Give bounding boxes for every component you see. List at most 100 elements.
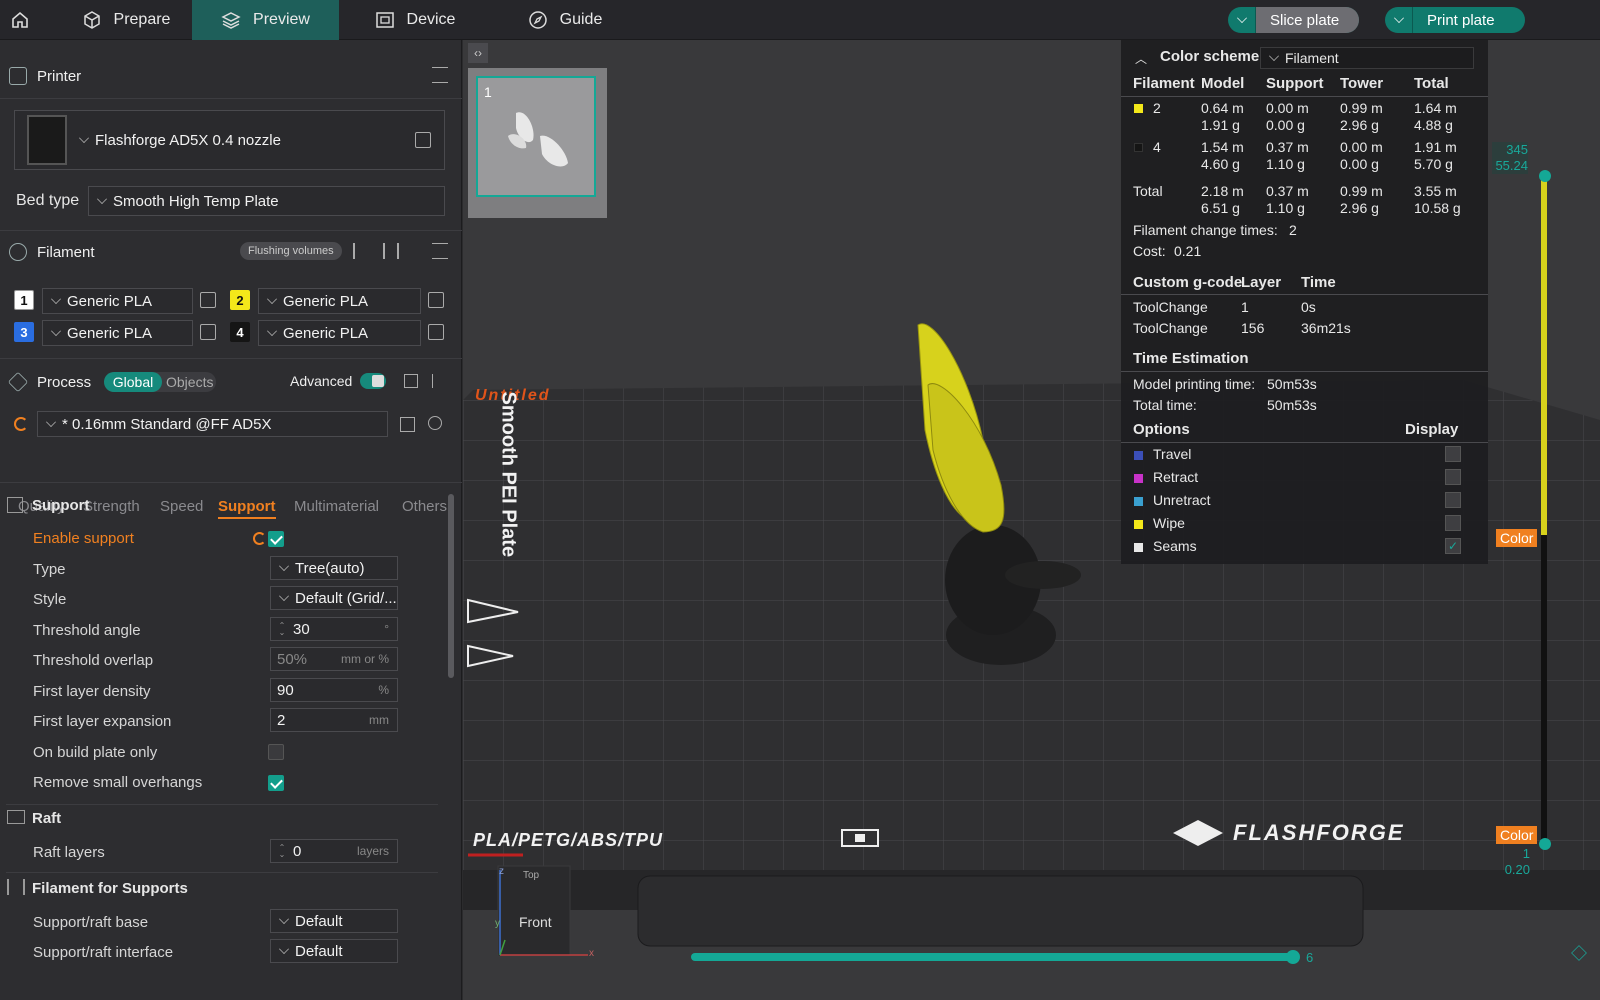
edit-filament-icon[interactable] (200, 324, 216, 340)
filament-select-4[interactable]: Generic PLA (258, 320, 421, 346)
type-label: Type (33, 561, 66, 578)
process-preset-select[interactable]: * 0.16mm Standard @FF AD5X (37, 411, 388, 437)
bottom-layer-handle[interactable] (1539, 838, 1551, 850)
chevron-down-icon (79, 133, 89, 143)
printer-section-header: Printer (0, 64, 462, 88)
slice-plate-button[interactable]: Slice plate (1228, 7, 1360, 33)
threshold-overlap-label: Threshold overlap (33, 652, 154, 669)
threshold-angle-input[interactable]: ⌃ ⌄ 30 ° (270, 617, 398, 641)
gcode-row-layer: 1 (1241, 299, 1249, 315)
color-change-tag[interactable]: Color (1496, 529, 1538, 547)
top-layer-handle[interactable] (1539, 170, 1551, 182)
support-group-title: Support (32, 497, 90, 514)
collapse-sidebar-icon[interactable]: ‹› (468, 43, 488, 63)
tab-others[interactable]: Others (402, 498, 447, 515)
threshold-overlap-input[interactable]: 50% mm or % (270, 647, 398, 671)
raft-interface-select[interactable]: Default (270, 939, 398, 963)
edit-filament-icon[interactable] (428, 324, 444, 340)
settings-sidebar: Printer Flashforge AD5X 0.4 nozzle Bed t… (0, 40, 462, 1000)
tab-preview[interactable]: Preview (192, 0, 339, 40)
printer-thumbnail (27, 115, 67, 165)
tab-label: Guide (559, 11, 603, 28)
top-toolbar: Prepare Preview Device Guide Slice plate… (0, 0, 1600, 40)
plate-side-text: Smooth PEI Plate (497, 391, 520, 558)
axis-z-label: z (499, 866, 504, 877)
first-layer-density-input[interactable]: 90% (270, 678, 398, 702)
horizontal-slider-value: 6 (1306, 950, 1314, 965)
color-change-tag[interactable]: Color (1496, 826, 1538, 844)
support-group-icon (7, 497, 23, 513)
axis-x-label: x (589, 948, 594, 959)
chevron-down-icon (279, 591, 289, 601)
edit-printer-icon[interactable] (415, 132, 431, 148)
plate-model-preview (508, 112, 568, 167)
plate-thumbnail[interactable]: 1 (476, 76, 596, 197)
filament-select-2[interactable]: Generic PLA (258, 288, 421, 314)
spinner-icon[interactable]: ⌃ ⌄ (277, 622, 287, 637)
printer-settings-icon[interactable] (432, 67, 448, 83)
tab-prepare[interactable]: Prepare (60, 0, 192, 40)
objects-toggle-option[interactable]: Objects (166, 374, 213, 390)
global-toggle-option[interactable]: Global (104, 372, 162, 392)
printer-selector[interactable]: Flashforge AD5X 0.4 nozzle (14, 110, 445, 170)
printer-icon (9, 67, 27, 85)
print-plate-button[interactable]: Print plate (1385, 7, 1525, 33)
reset-icon[interactable] (14, 417, 28, 431)
option-retract-checkbox[interactable] (1445, 469, 1461, 485)
option-travel-checkbox[interactable] (1445, 446, 1461, 462)
type-select[interactable]: Tree(auto) (270, 556, 398, 580)
first-layer-expansion-input[interactable]: 2 mm (270, 708, 398, 732)
filament-id: 4 (1153, 139, 1161, 155)
option-wipe-checkbox[interactable] (1445, 515, 1461, 531)
compass-icon (528, 11, 547, 29)
remove-filament-icon[interactable] (353, 243, 369, 259)
horizontal-move-slider[interactable] (691, 953, 1291, 961)
advanced-toggle[interactable] (360, 373, 386, 389)
home-button[interactable] (10, 0, 32, 40)
print-dropdown-icon[interactable] (1385, 7, 1413, 33)
search-icon[interactable] (428, 416, 442, 430)
change-times-value: 2 (1289, 222, 1297, 238)
nav-cube-front[interactable]: Front (519, 914, 552, 930)
settings-scrollbar[interactable] (448, 494, 454, 678)
filament-select-1[interactable]: Generic PLA (42, 288, 193, 314)
option-unretract-checkbox[interactable] (1445, 492, 1461, 508)
raft-layers-input[interactable]: ⌃ ⌄ 0 layers (270, 839, 398, 863)
remove-small-overhangs-checkbox[interactable] (268, 775, 284, 791)
first-layer-density-label: First layer density (33, 683, 151, 700)
reset-icon[interactable] (253, 532, 266, 545)
raft-base-select[interactable]: Default (270, 909, 398, 933)
advanced-label: Advanced (290, 373, 353, 389)
layer-range-slider[interactable] (1538, 175, 1550, 845)
build-plate-only-label: On build plate only (33, 744, 158, 761)
tab-strength[interactable]: Strength (83, 498, 140, 515)
enable-support-checkbox[interactable] (268, 531, 284, 547)
slice-dropdown-icon[interactable] (1228, 7, 1256, 33)
tab-guide[interactable]: Guide (520, 0, 610, 40)
tab-device[interactable]: Device (365, 0, 465, 40)
nav-cube-top[interactable]: Top (523, 870, 539, 881)
style-label: Style (33, 591, 67, 608)
flushing-volumes-button[interactable]: Flushing volumes (240, 242, 342, 260)
horizontal-slider-handle[interactable] (1286, 950, 1300, 964)
bed-type-select[interactable]: Smooth High Temp Plate (88, 186, 445, 216)
color-scheme-select[interactable]: Filament (1260, 47, 1474, 69)
spinner-icon[interactable]: ⌃ ⌄ (277, 844, 287, 859)
ab-compare-icon[interactable] (432, 374, 448, 388)
edit-filament-icon[interactable] (428, 292, 444, 308)
compare-icon[interactable] (404, 374, 418, 388)
edit-filament-icon[interactable] (200, 292, 216, 308)
filament-select-3[interactable]: Generic PLA (42, 320, 193, 346)
tab-support[interactable]: Support (218, 498, 276, 519)
filament-settings-icon[interactable] (432, 243, 448, 259)
add-filament-icon[interactable] (383, 243, 399, 259)
build-plate-only-checkbox[interactable] (268, 744, 284, 760)
option-seams-checkbox[interactable]: ✓ (1445, 538, 1461, 554)
raft-group-title: Raft (32, 810, 62, 827)
save-preset-icon[interactable] (400, 417, 415, 432)
collapse-legend-icon[interactable]: ︿ (1135, 50, 1147, 67)
tab-multimaterial[interactable]: Multimaterial (294, 498, 379, 515)
tab-speed[interactable]: Speed (160, 498, 203, 515)
style-select[interactable]: Default (Grid/... (270, 586, 398, 610)
gcode-row-name: ToolChange (1133, 299, 1208, 315)
